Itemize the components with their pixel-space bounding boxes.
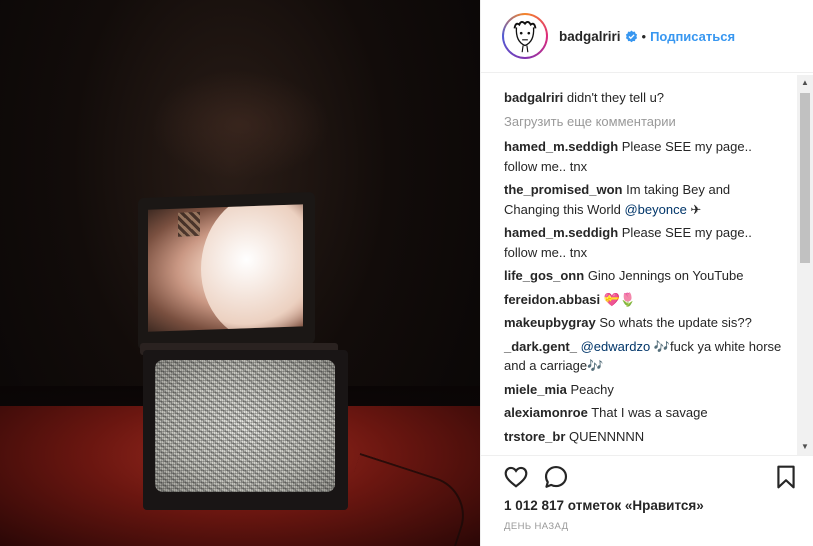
caption-username[interactable]: badgalriri <box>504 90 563 105</box>
comment-text: So whats the update sis?? <box>599 315 752 330</box>
comment-suffix: ✈ <box>686 201 702 217</box>
instagram-post: badgalriri • Подписаться badgalriri didn… <box>0 0 813 546</box>
background-glow <box>150 70 330 180</box>
verified-badge-icon <box>625 30 637 42</box>
action-bar <box>481 455 813 499</box>
top-tv-figure <box>178 211 200 237</box>
comment-username[interactable]: _dark.gent_ <box>504 339 577 354</box>
comment-item: hamed_m.seddigh Please SEE my page.. fol… <box>504 137 787 176</box>
caption: badgalriri didn't they tell u? <box>504 88 787 108</box>
follow-button[interactable]: Подписаться <box>650 29 735 44</box>
comments-scrollbar[interactable]: ▲ ▼ <box>797 75 813 455</box>
comment-text: 💝🌷 <box>603 291 637 307</box>
comment-username[interactable]: hamed_m.seddigh <box>504 139 618 154</box>
static-noise-screen <box>155 360 335 492</box>
comment-mention[interactable]: @edwardzo <box>581 339 651 354</box>
comment-item: trstore_br QUENNNNN <box>504 427 787 447</box>
comment-username[interactable]: hamed_m.seddigh <box>504 225 618 240</box>
avatar-image <box>504 15 546 57</box>
load-more-comments-button[interactable]: Загрузить еще комментарии <box>504 112 787 132</box>
comment-text: QUENNNNN <box>569 428 645 444</box>
comment-item: alexiamonroe That I was a savage <box>504 403 787 423</box>
comment-item: fereidon.abbasi 💝🌷 <box>504 290 787 310</box>
post-timestamp: ДЕНЬ НАЗАД <box>504 521 569 532</box>
comment-text: Gino Jennings on YouTube <box>587 268 744 283</box>
comments-list[interactable]: badgalriri didn't they tell u? Загрузить… <box>481 74 799 454</box>
bottom-tv <box>143 350 348 510</box>
comment-username[interactable]: miele_mia <box>504 382 567 397</box>
comment-username[interactable]: life_gos_onn <box>504 268 584 283</box>
comment-username[interactable]: trstore_br <box>504 429 565 444</box>
header-separator: • <box>641 28 647 44</box>
post-header: badgalriri • Подписаться <box>481 0 813 73</box>
comment-username[interactable]: fereidon.abbasi <box>504 292 600 307</box>
top-tv-curve <box>201 204 303 332</box>
caption-text: didn't they tell u? <box>566 90 665 105</box>
comment-item: life_gos_onn Gino Jennings on YouTube <box>504 266 787 286</box>
scrollbar-thumb[interactable] <box>800 93 810 263</box>
comment-item: makeupbygray So whats the update sis?? <box>504 313 787 333</box>
comment-username[interactable]: alexiamonroe <box>504 405 588 420</box>
likes-count[interactable]: 1 012 817 отметок «Нравится» <box>504 498 704 513</box>
comment-username[interactable]: makeupbygray <box>504 315 596 330</box>
comment-text: That I was a savage <box>591 405 708 420</box>
comment-item: the_promised_won Im taking Bey and Chang… <box>504 180 787 219</box>
post-author-username[interactable]: badgalriri <box>559 29 621 44</box>
scroll-up-arrow-icon[interactable]: ▲ <box>797 75 813 91</box>
post-photo[interactable] <box>0 0 480 546</box>
top-tv-screen <box>148 204 303 332</box>
comment-item: _dark.gent_ @edwardzo 🎶fuck ya white hor… <box>504 337 787 376</box>
comment-item: hamed_m.seddigh Please SEE my page.. fol… <box>504 223 787 262</box>
avatar[interactable] <box>502 13 548 59</box>
comment-mention[interactable]: @beyonce <box>624 202 686 217</box>
bookmark-icon[interactable] <box>773 464 799 490</box>
top-tv <box>138 191 315 351</box>
scroll-down-arrow-icon[interactable]: ▼ <box>797 439 813 455</box>
comment-item: miele_mia Peachy <box>504 380 787 400</box>
cartoon-face-icon <box>506 17 544 55</box>
comment-icon[interactable] <box>543 464 569 490</box>
post-side-panel: badgalriri • Подписаться badgalriri didn… <box>480 0 813 546</box>
comment-username[interactable]: the_promised_won <box>504 182 622 197</box>
heart-icon[interactable] <box>503 464 529 490</box>
comment-text: Peachy <box>570 381 614 397</box>
